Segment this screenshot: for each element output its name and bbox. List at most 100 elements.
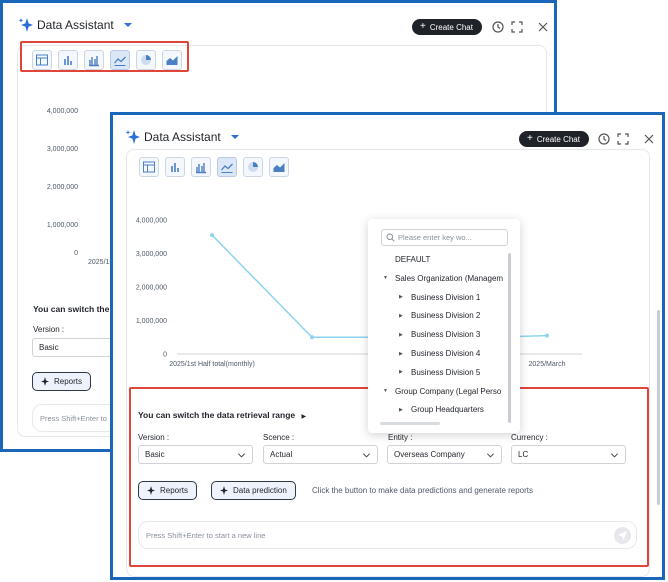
panel-scrollbar[interactable]: [657, 310, 660, 505]
data-point[interactable]: [210, 233, 214, 238]
caret-down-icon[interactable]: [229, 131, 241, 143]
dropdown-item[interactable]: DEFAULT: [383, 255, 430, 264]
version-select[interactable]: Basic: [138, 445, 253, 464]
caret-right-icon[interactable]: ▶: [399, 407, 404, 413]
currency-label: Currency :: [511, 433, 548, 442]
fullscreen-icon[interactable]: [510, 20, 524, 34]
caret-right-icon[interactable]: ▶: [399, 369, 404, 375]
data-point[interactable]: [310, 335, 314, 340]
caret-right-icon[interactable]: ▶: [399, 313, 404, 319]
dropdown-item[interactable]: ▶ Business Division 1: [399, 293, 480, 302]
switch-range-title[interactable]: You can switch the data retrieval range …: [138, 410, 306, 420]
caret-right-icon[interactable]: ▶: [399, 351, 404, 357]
caret-right-icon[interactable]: ▶: [399, 332, 404, 338]
sparkle-icon: [220, 486, 228, 495]
y-tick-label: 0: [74, 250, 78, 257]
dropdown-item-label: Business Division 4: [411, 349, 481, 358]
dropdown-item-label: Group Company (Legal Perso: [395, 386, 502, 396]
history-icon[interactable]: [491, 20, 505, 34]
y-tick-label: 2,000,000: [136, 285, 167, 292]
dropdown-item[interactable]: ▶ Group Headquarters: [399, 405, 484, 414]
caret-down-icon[interactable]: ▼: [383, 275, 388, 281]
y-tick-label: 1,000,000: [46, 222, 78, 229]
table-view-button[interactable]: [139, 157, 159, 177]
caret-right-icon[interactable]: ▶: [399, 294, 404, 300]
dropdown-item-label: Business Division 2: [411, 311, 481, 321]
dropdown-item-label: Business Division 3: [411, 330, 481, 340]
line-chart-icon: [221, 163, 233, 173]
data-prediction-button[interactable]: Data prediction: [211, 481, 296, 500]
area-chart-icon: [273, 163, 285, 172]
plus-icon: +: [527, 133, 533, 144]
dropdown-item-label: DEFAULT: [395, 255, 431, 264]
pie-chart-icon: [248, 162, 258, 172]
y-tick-label: 3,000,000: [46, 146, 78, 153]
dropdown-item[interactable]: ▼ Group Company (Legal Perso: [383, 387, 501, 396]
reports-label: Reports: [160, 486, 189, 495]
prediction-hint: Click the button to make data prediction…: [312, 486, 534, 495]
reports-button[interactable]: Reports: [138, 481, 198, 500]
chat-input-placeholder: Press Shift+Enter to start a new line: [146, 531, 266, 540]
dropdown-item-label: Business Division 5: [411, 367, 481, 377]
close-icon[interactable]: [536, 20, 550, 34]
y-tick-label: 3,000,000: [136, 251, 167, 258]
caret-down-icon[interactable]: [122, 19, 134, 31]
bar-chart-icon: [171, 163, 179, 172]
y-tick-label: 4,000,000: [136, 218, 167, 225]
sparkle-icon: [41, 377, 49, 386]
y-tick-label: 0: [163, 352, 167, 359]
currency-select[interactable]: LC: [511, 445, 626, 464]
data-point[interactable]: [545, 333, 549, 338]
caret-down-icon[interactable]: ▼: [383, 388, 388, 394]
chart-type-toolbar: [139, 157, 289, 177]
sparkle-icon: [147, 486, 155, 495]
history-icon[interactable]: [597, 132, 611, 146]
create-chat-button[interactable]: + Create Chat: [412, 19, 482, 35]
reports-button[interactable]: Reports: [32, 372, 92, 391]
x-tick-label: 2025/1st Half total(monthly): [169, 361, 255, 368]
chevron-right-icon: ▶: [301, 414, 307, 420]
grouped-bar-chart-button[interactable]: [191, 157, 211, 177]
app-title: Data Assistant: [144, 130, 221, 144]
currency-value: LC: [518, 450, 529, 459]
dropdown-item-label: Sales Organization (Managem: [395, 273, 504, 283]
dropdown-scrollbar[interactable]: [508, 253, 511, 423]
dropdown-item[interactable]: ▶ Business Division 3: [399, 330, 480, 339]
version-value: Basic: [145, 450, 165, 459]
search-icon: [386, 233, 395, 242]
dropdown-item[interactable]: ▶ Business Division 5: [399, 368, 480, 377]
y-tick-label: 4,000,000: [46, 108, 78, 115]
front-header: Data Assistant + Create Chat: [113, 115, 662, 147]
close-icon[interactable]: [642, 132, 656, 146]
switch-range-text: You can switch the data retrieval range: [138, 410, 296, 420]
chevron-down-icon: [362, 453, 371, 458]
entity-select[interactable]: Overseas Company: [387, 445, 502, 464]
dropdown-item[interactable]: ▶ Business Division 2: [399, 311, 480, 320]
chevron-down-icon: [486, 453, 495, 458]
dropdown-item-label: Business Division 1: [411, 292, 481, 302]
front-assistant-window: Data Assistant + Create Chat 4,000,000 3,…: [110, 112, 665, 580]
send-button[interactable]: [614, 527, 631, 544]
chevron-down-icon: [237, 453, 246, 458]
dropdown-search-input[interactable]: Please enter key wo...: [381, 229, 508, 246]
chat-input-placeholder: Press Shift+Enter to: [40, 414, 107, 423]
highlight-box: [20, 41, 189, 72]
app-title: Data Assistant: [37, 18, 114, 32]
y-tick-label: 1,000,000: [136, 318, 167, 325]
fullscreen-icon[interactable]: [616, 132, 630, 146]
switch-range-title[interactable]: You can switch the d: [33, 304, 117, 314]
data-prediction-label: Data prediction: [233, 486, 287, 495]
app-logo[interactable]: Data Assistant: [18, 17, 134, 33]
dropdown-hscrollbar[interactable]: [380, 422, 440, 425]
dropdown-item[interactable]: ▼ Sales Organization (Managem: [383, 274, 503, 283]
area-chart-button[interactable]: [269, 157, 289, 177]
dropdown-item[interactable]: ▶ Business Division 4: [399, 349, 480, 358]
pie-chart-button[interactable]: [243, 157, 263, 177]
create-chat-button[interactable]: + Create Chat: [519, 131, 589, 147]
scence-select[interactable]: Actual: [263, 445, 378, 464]
app-logo[interactable]: Data Assistant: [125, 129, 241, 145]
table-icon: [143, 161, 155, 173]
chat-input[interactable]: Press Shift+Enter to start a new line: [138, 521, 637, 549]
line-chart-button[interactable]: [217, 157, 237, 177]
bar-chart-button[interactable]: [165, 157, 185, 177]
